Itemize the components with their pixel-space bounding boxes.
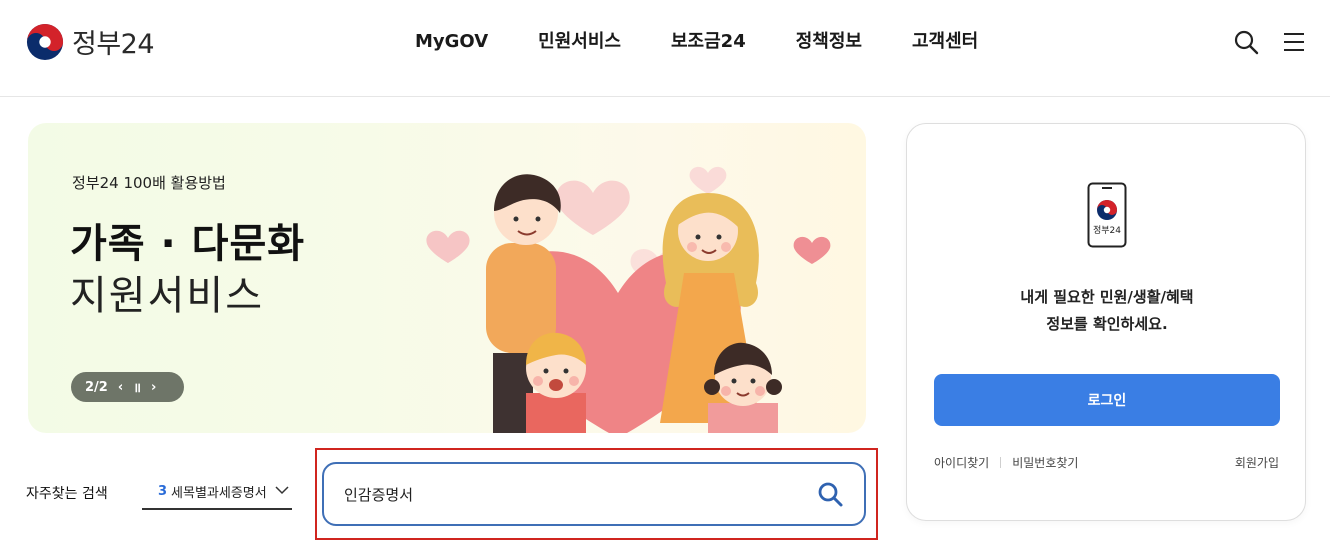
nav-civil-service[interactable]: 민원서비스 bbox=[513, 28, 646, 56]
find-id-link[interactable]: 아이디찾기 bbox=[934, 454, 989, 471]
menu-icon[interactable] bbox=[1280, 28, 1308, 56]
taegeuk-logo-icon bbox=[26, 23, 64, 60]
banner-next-button[interactable]: › bbox=[151, 380, 156, 395]
join-link[interactable]: 회원가입 bbox=[1235, 454, 1279, 471]
banner-title: 가족 · 다문화 bbox=[70, 221, 306, 267]
search-box bbox=[322, 462, 866, 526]
logo[interactable]: 정부24 bbox=[26, 22, 155, 61]
frequent-search-label: 자주찾는 검색 bbox=[26, 486, 108, 502]
login-button[interactable]: 로그인 bbox=[934, 374, 1280, 426]
site-header: 정부24 MyGOV 민원서비스 보조금24 정책정보 고객센터 bbox=[0, 0, 1330, 97]
frequent-search-dropdown[interactable]: 3 세목별과세증명서 bbox=[142, 474, 292, 510]
nav-customer-center[interactable]: 고객센터 bbox=[887, 28, 1003, 56]
login-message-line1: 내게 필요한 민원/생활/혜택 bbox=[1020, 288, 1194, 306]
banner-subtitle: 정부24 100배 활용방법 bbox=[72, 174, 226, 192]
search-input[interactable] bbox=[344, 479, 784, 509]
banner-pause-button[interactable]: ॥ bbox=[133, 378, 141, 396]
frequent-search-rank: 3 bbox=[158, 483, 168, 499]
login-card: 정부24 내게 필요한 민원/생활/혜택 정보를 확인하세요. 로그인 아이디찾… bbox=[906, 123, 1306, 521]
mobile-app-label: 정부24 bbox=[1093, 225, 1121, 236]
search-button-icon[interactable] bbox=[816, 480, 844, 508]
frequent-search-term: 세목별과세증명서 bbox=[171, 485, 267, 501]
main-nav: MyGOV 민원서비스 보조금24 정책정보 고객센터 bbox=[390, 28, 1003, 56]
banner-prev-button[interactable]: ‹ bbox=[118, 380, 123, 395]
login-links: 아이디찾기 비밀번호찾기 bbox=[934, 454, 1078, 471]
chevron-down-icon bbox=[275, 486, 289, 495]
main-banner[interactable]: 정부24 100배 활용방법 가족 · 다문화 지원서비스 2/2 ‹ ॥ › bbox=[28, 123, 866, 433]
mobile-app-icon: 정부24 bbox=[1087, 182, 1127, 248]
banner-controls: 2/2 ‹ ॥ › bbox=[71, 372, 184, 402]
search-icon[interactable] bbox=[1232, 28, 1260, 56]
banner-title-second-line: 지원서비스 bbox=[70, 273, 264, 319]
link-divider bbox=[1000, 457, 1002, 468]
nav-subsidy24[interactable]: 보조금24 bbox=[646, 28, 771, 56]
find-password-link[interactable]: 비밀번호찾기 bbox=[1012, 454, 1078, 471]
nav-mygov[interactable]: MyGOV bbox=[390, 28, 513, 56]
nav-policy-info[interactable]: 정책정보 bbox=[771, 28, 887, 56]
banner-pager: 2/2 bbox=[85, 379, 108, 395]
family-heart-illustration bbox=[426, 166, 831, 433]
login-message-line2: 정보를 확인하세요. bbox=[1046, 315, 1168, 333]
logo-text: 정부24 bbox=[72, 29, 155, 60]
